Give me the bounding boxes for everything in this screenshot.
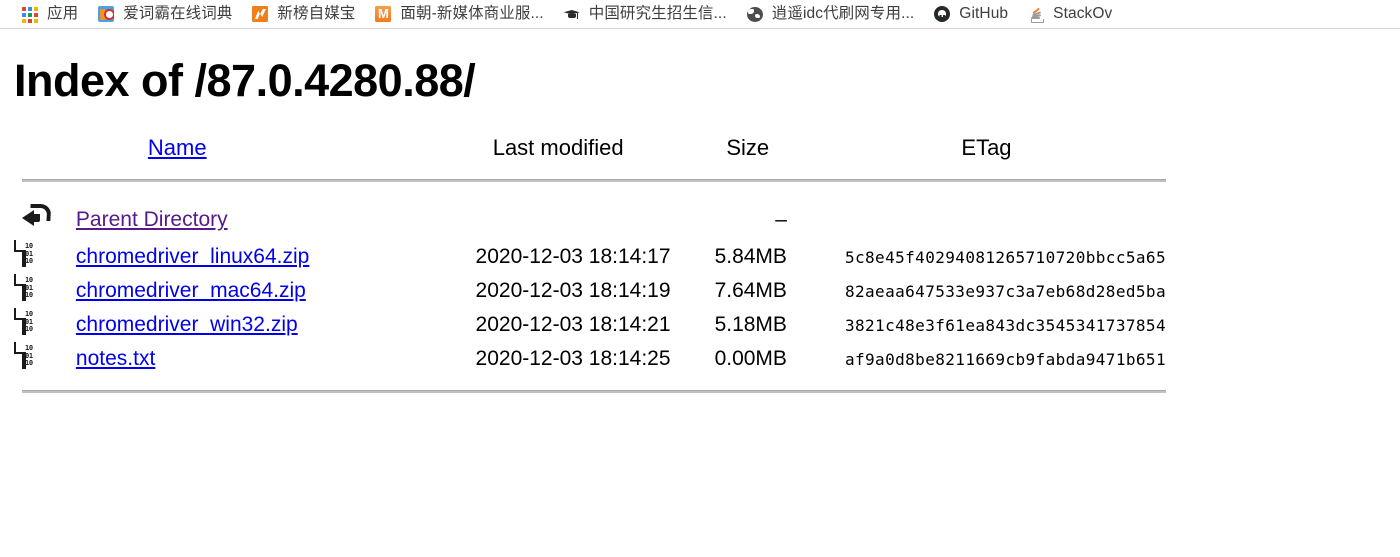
file-link[interactable]: chromedriver_win32.zip [76,313,298,336]
table-row[interactable]: Parent Directory – [22,200,1166,240]
table-row[interactable]: 10 01 10 chromedriver_mac64.zip 2020-12-03… [14,274,1166,308]
row-date-cell [428,200,689,240]
bookmark-label: 爱词霸在线词典 [123,5,233,22]
table-header-row: Name Last modified Size ETag [22,135,1166,177]
table-row[interactable]: 10 01 10 chromedriver_linux64.zip 2020-12-… [14,240,1166,274]
newrank-icon [252,6,269,22]
table-row[interactable]: 10 01 10 notes.txt 2020-12-03 18:14:25 0.0… [14,342,1166,376]
row-date-cell: 2020-12-03 18:14:17 [475,245,671,268]
file-link[interactable]: chromedriver_mac64.zip [76,279,306,302]
row-size-cell: 7.64MB [714,279,787,302]
file-link[interactable]: notes.txt [76,347,155,370]
sort-by-name-link[interactable]: Name [148,135,207,160]
row-icon-cell: 10 01 10 [14,240,76,274]
bookmarks-bar: 应用 爱词霸在线词典 新榜自媒宝 M 面朝-新媒体商业服... 中国研究生招生信… [0,0,1400,29]
bookmark-item-dictionary[interactable]: 爱词霸在线词典 [90,2,240,26]
row-date-cell: 2020-12-03 18:14:19 [475,279,671,302]
bookmark-item-github[interactable]: GitHub [926,2,1016,26]
directory-listing-page: Index of /87.0.4280.88/ Name Last modifi… [0,29,1400,393]
bookmark-item-mianchao[interactable]: M 面朝-新媒体商业服... [367,2,551,26]
column-header-etag: ETag [961,135,1012,160]
parent-directory-link[interactable]: Parent Directory [76,208,228,231]
row-name-cell: chromedriver_mac64.zip [76,274,428,308]
bookmark-label: 应用 [47,5,79,22]
row-etag-cell: 3821c48e3f61ea843dc3545341737854 [844,316,1166,335]
row-icon-cell: 10 01 10 [14,308,76,342]
bookmark-item-apps[interactable]: 应用 [14,2,86,26]
row-size-cell: 5.18MB [714,313,787,336]
dictionary-icon [98,6,115,22]
footer-divider [22,390,1166,393]
bookmark-item-xiaoyao-idc[interactable]: 逍遥idc代刷网专用... [739,2,923,26]
bookmark-label: 逍遥idc代刷网专用... [771,5,915,22]
binary-file-icon: 10 01 10 [14,274,52,306]
apps-grid-icon [22,6,38,23]
row-etag-cell: af9a0d8be8211669cb9fabda9471b651 [844,350,1166,369]
row-name-cell: notes.txt [76,342,428,376]
row-date-cell: 2020-12-03 18:14:21 [475,313,671,336]
binary-file-icon: 10 01 10 [14,308,52,340]
row-name-cell: chromedriver_linux64.zip [76,240,428,274]
row-icon-cell: 10 01 10 [14,274,76,308]
column-header-name: Name [76,135,428,177]
back-arrow-icon [22,202,52,232]
column-header-size: Size [726,135,770,160]
row-etag-cell [807,200,1166,240]
table-row[interactable]: 10 01 10 chromedriver_win32.zip 2020-12-03… [14,308,1166,342]
bookmark-label: GitHub [959,5,1009,22]
bookmark-item-stackoverflow[interactable]: StackOv [1020,2,1120,26]
bookmark-item-graduate-admissions[interactable]: 中国研究生招生信... [556,2,735,26]
row-size-cell: 5.84MB [714,245,787,268]
spacer-row [22,184,1166,200]
binary-file-icon: 10 01 10 [14,342,52,374]
row-size-cell: 0.00MB [714,347,787,370]
binary-file-icon: 10 01 10 [14,240,52,272]
stackoverflow-icon [1028,6,1044,23]
row-name-cell: chromedriver_win32.zip [76,308,428,342]
bookmark-item-newrank[interactable]: 新榜自媒宝 [244,2,363,26]
file-link[interactable]: chromedriver_linux64.zip [76,245,309,268]
row-icon-cell: 10 01 10 [14,342,76,376]
column-header-icon [22,135,76,177]
header-divider [22,179,1166,182]
mianchao-icon: M [375,6,392,22]
bookmark-label: 中国研究生招生信... [588,5,727,22]
row-name-cell: Parent Directory [76,200,428,240]
row-etag-cell: 82aeaa647533e937c3a7eb68d28ed5ba [844,282,1166,301]
column-header-last-modified: Last modified [492,135,624,160]
row-date-cell: 2020-12-03 18:14:25 [475,347,671,370]
row-icon-cell [22,200,76,240]
bookmark-label: StackOv [1053,5,1113,22]
table-body: Parent Directory – 10 01 10 chromedriver_l… [14,200,1166,376]
graduation-cap-icon [564,6,580,22]
directory-listing-table: Name Last modified Size ETag Parent Dire… [14,135,1166,376]
page-title: Index of /87.0.4280.88/ [14,55,476,106]
header-divider-row [22,177,1166,184]
bookmark-label: 新榜自媒宝 [277,5,356,22]
row-etag-cell: 5c8e45f40294081265710720bbcc5a65 [844,248,1166,267]
globe-icon [746,6,763,22]
row-size-cell: – [775,208,787,231]
github-icon [934,6,951,22]
bookmark-label: 面朝-新媒体商业服... [400,5,544,22]
